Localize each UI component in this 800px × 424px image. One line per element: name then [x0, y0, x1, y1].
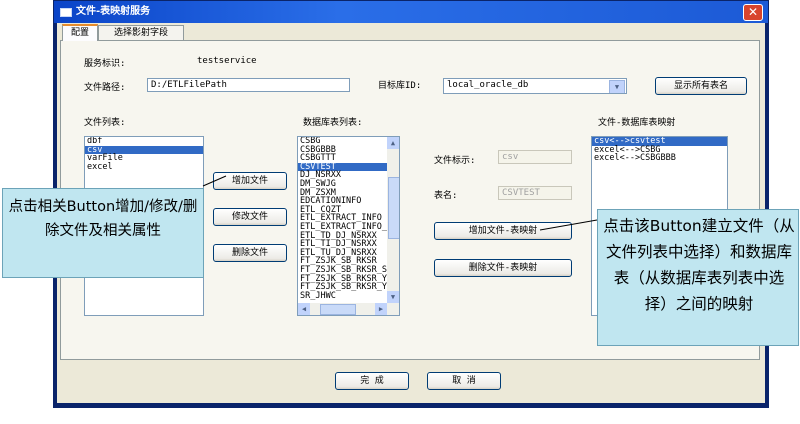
close-button[interactable]: ✕: [743, 4, 763, 21]
finish-button[interactable]: 完 成: [335, 372, 409, 390]
window-icon: [60, 8, 72, 17]
file-tag-input[interactable]: csv: [498, 150, 572, 164]
tab-select-mapping-fields[interactable]: 选择影射字段: [98, 25, 184, 41]
scroll-right-icon[interactable]: ▶: [375, 303, 387, 315]
scroll-down-icon[interactable]: ▼: [387, 291, 399, 303]
service-id-label: 服务标识:: [84, 59, 126, 69]
title-bar: 文件-表映射服务: [54, 1, 768, 23]
tab-config[interactable]: 配置: [62, 24, 98, 41]
cancel-button[interactable]: 取 消: [427, 372, 501, 390]
file-path-label: 文件路径:: [84, 83, 126, 93]
add-file-button[interactable]: 增加文件: [213, 172, 287, 190]
chevron-down-icon[interactable]: ▼: [609, 80, 625, 93]
target-db-value: local_oracle_db: [447, 80, 529, 90]
file-list-label: 文件列表:: [84, 118, 126, 128]
target-db-select[interactable]: local_oracle_db ▼: [443, 78, 627, 94]
delete-file-button[interactable]: 删除文件: [213, 244, 287, 262]
hscroll-thumb[interactable]: [320, 304, 356, 315]
table-name-label: 表名:: [434, 191, 458, 201]
window-title: 文件-表映射服务: [76, 6, 151, 17]
target-db-label: 目标库ID:: [378, 81, 422, 91]
add-mapping-button[interactable]: 增加文件-表映射: [434, 222, 572, 240]
db-table-list-label: 数据库表列表:: [303, 118, 363, 128]
table-name-input[interactable]: CSVTEST: [498, 186, 572, 200]
mapping-list-label: 文件-数据库表映射: [598, 118, 676, 128]
file-list-item[interactable]: dbf: [85, 137, 203, 146]
file-tag-label: 文件标示:: [434, 156, 476, 166]
vertical-scrollbar[interactable]: ▲ ▼: [387, 137, 399, 315]
mapping-list-item[interactable]: excel<-->CSBGBBB: [592, 154, 727, 163]
scroll-thumb[interactable]: [388, 177, 399, 239]
scroll-left-icon[interactable]: ◀: [298, 303, 310, 315]
service-id-value: testservice: [197, 56, 257, 66]
delete-mapping-button[interactable]: 删除文件-表映射: [434, 259, 572, 277]
edit-file-button[interactable]: 修改文件: [213, 208, 287, 226]
left-callout: 点击相关Button增加/修改/删除文件及相关属性: [2, 188, 204, 278]
db-table-list-item[interactable]: SR_JHWC: [298, 292, 387, 301]
db-table-listbox[interactable]: CSBG CSBGBBB CSBGTTT CSVTEST DJ_NSRXX DM_SWJG…: [297, 136, 400, 316]
show-all-tables-button[interactable]: 显示所有表名: [655, 77, 747, 95]
right-callout: 点击该Button建立文件（从文件列表中选择）和数据库表（从数据库表列表中选择）…: [597, 209, 799, 346]
horizontal-scrollbar[interactable]: ◀ ▶: [298, 303, 387, 315]
scroll-up-icon[interactable]: ▲: [387, 137, 399, 149]
file-path-input[interactable]: D:/ETLFilePath: [147, 78, 350, 92]
file-list-item[interactable]: excel: [85, 163, 203, 172]
